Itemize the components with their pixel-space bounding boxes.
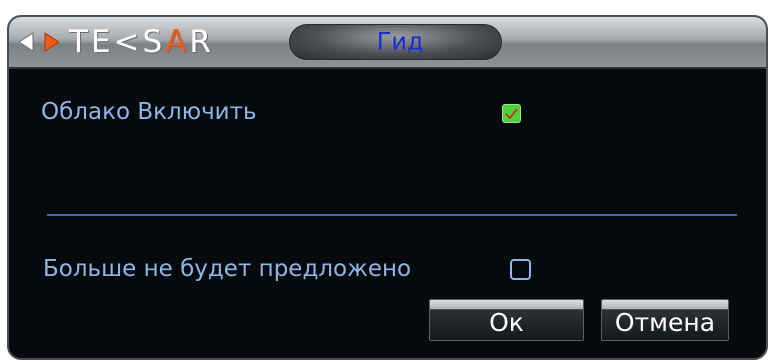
cloud-enable-label: Облако Включить (41, 99, 257, 125)
ok-button[interactable]: Ок (429, 299, 584, 341)
dialog-title: Гид (376, 27, 424, 56)
dont-show-again-checkbox[interactable] (510, 259, 531, 280)
dont-show-again-label: Больше не будет предложено (43, 256, 412, 282)
checkmark-icon (505, 108, 518, 120)
brand-logo: T E < S A R (19, 24, 214, 60)
title-bar: T E < S A R Гид (9, 17, 766, 69)
brand-name: T E < S A R (69, 24, 214, 60)
title-pill: Гид (289, 24, 502, 60)
guide-dialog: T E < S A R Гид Облако Включить Больше не буд… (7, 15, 768, 360)
cloud-enable-checkbox[interactable] (502, 104, 521, 123)
cancel-button[interactable]: Отмена (601, 299, 729, 341)
double-arrow-icon (19, 31, 59, 53)
divider (47, 214, 737, 216)
